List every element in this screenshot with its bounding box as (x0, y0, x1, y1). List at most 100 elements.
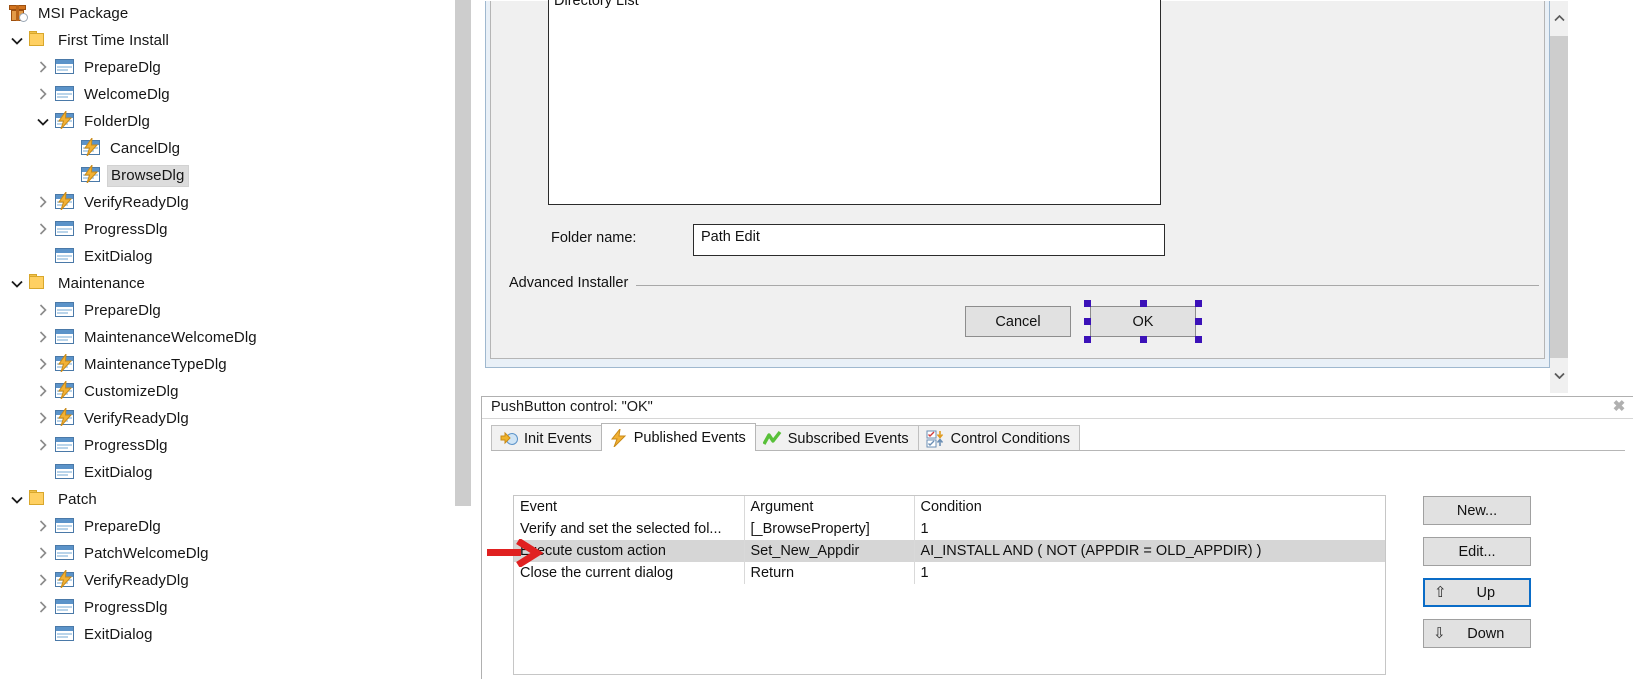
tree-scrollbar-thumb[interactable] (455, 0, 471, 506)
vertical-splitter[interactable] (471, 0, 481, 679)
selection-handle-tc[interactable] (1139, 300, 1147, 307)
tree-item-progressdlg[interactable]: ProgressDlg (0, 432, 455, 459)
tree-item-verifyreadydlg[interactable]: VerifyReadyDlg (0, 405, 455, 432)
published-events-pane[interactable]: Event Argument Condition Verify and set … (491, 451, 1625, 676)
arrow-down-icon: ⇩ (1433, 625, 1446, 642)
tree-item-maintenancewelcomedlg[interactable]: MaintenanceWelcomeDlg (0, 324, 455, 351)
tab-published-events[interactable]: Published Events (600, 423, 756, 451)
events-grid[interactable]: Event Argument Condition Verify and set … (513, 495, 1386, 675)
path-edit-control[interactable]: Path Edit (693, 224, 1165, 256)
chevron-down-icon[interactable] (6, 34, 28, 47)
tab-subscribed-events[interactable]: Subscribed Events (754, 425, 919, 451)
column-header-event[interactable]: Event (514, 496, 745, 518)
selection-handle-ml[interactable] (1084, 318, 1091, 325)
designer-canvas[interactable]: Directory List Folder name: Path Edit Ad… (485, 0, 1550, 368)
move-up-button[interactable]: ⇧ Up (1423, 578, 1531, 607)
tree-item-label: FolderDlg (84, 113, 150, 130)
tree-item-preparedlg[interactable]: PrepareDlg (0, 513, 455, 540)
dialog-designer-panel[interactable]: Directory List Folder name: Path Edit Ad… (481, 0, 1633, 393)
chevron-right-icon[interactable] (32, 60, 54, 75)
tree-item-customizedlg[interactable]: CustomizeDlg (0, 378, 455, 405)
column-header-argument[interactable]: Argument (744, 496, 915, 518)
tree-item-maintenancetypedlg[interactable]: MaintenanceTypeDlg (0, 351, 455, 378)
selection-handle-bc[interactable] (1139, 336, 1147, 343)
ok-button[interactable]: OK (1090, 306, 1196, 337)
tab-label: Subscribed Events (787, 430, 909, 447)
cell-argument[interactable]: Return (744, 562, 915, 584)
chevron-right-icon[interactable] (32, 357, 54, 372)
tree-item-maintenance[interactable]: Maintenance (0, 270, 455, 297)
cell-argument[interactable]: Set_New_Appdir (744, 540, 915, 562)
tree-item-preparedlg[interactable]: PrepareDlg (0, 297, 455, 324)
chevron-right-icon[interactable] (32, 546, 54, 561)
cell-condition[interactable]: 1 (914, 562, 1385, 584)
chevron-right-icon[interactable] (32, 411, 54, 426)
scroll-down-icon[interactable] (1550, 358, 1568, 393)
column-header-condition[interactable]: Condition (914, 496, 1385, 518)
tree-item-verifyreadydlg[interactable]: VerifyReadyDlg (0, 567, 455, 594)
chevron-right-icon[interactable] (32, 600, 54, 615)
tree-item-preparedlg[interactable]: PrepareDlg (0, 54, 455, 81)
directory-list-control[interactable]: Directory List (548, 0, 1161, 205)
chevron-down-icon[interactable] (6, 493, 28, 506)
close-icon[interactable]: ✖ (1610, 398, 1628, 416)
designer-scrollbar-thumb[interactable] (1550, 36, 1568, 358)
chevron-right-icon[interactable] (32, 384, 54, 399)
events-tabstrip[interactable]: Init Events Published Events Subscribed Ev… (491, 423, 1080, 451)
grid-scroll-gap (1387, 495, 1394, 675)
cell-event[interactable]: Close the current dialog (514, 562, 745, 584)
chevron-right-icon[interactable] (32, 303, 54, 318)
cell-argument[interactable]: [_BrowseProperty] (744, 518, 915, 540)
scroll-up-icon[interactable] (1550, 1, 1568, 36)
tree-item-exitdialog[interactable]: ExitDialog (0, 621, 455, 648)
tree-item-progressdlg[interactable]: ProgressDlg (0, 216, 455, 243)
selection-handle-tl[interactable] (1084, 300, 1091, 307)
cell-event[interactable]: Verify and set the selected fol... (514, 518, 745, 540)
chevron-right-icon[interactable] (32, 519, 54, 534)
chevron-down-icon[interactable] (6, 277, 28, 290)
tree-item-label: Maintenance (58, 275, 145, 292)
chevron-right-icon[interactable] (32, 330, 54, 345)
tree-item-verifyreadydlg[interactable]: VerifyReadyDlg (0, 189, 455, 216)
cell-condition[interactable]: AI_INSTALL AND ( NOT (APPDIR = OLD_APPDI… (914, 540, 1385, 562)
tree-item-folderdlg[interactable]: FolderDlg (0, 108, 455, 135)
selection-handle-bl[interactable] (1084, 336, 1091, 343)
tab-init-events[interactable]: Init Events (491, 425, 602, 451)
tree-item-patch[interactable]: Patch (0, 486, 455, 513)
dialogs-tree-panel[interactable]: MSI Package First Time Install PrepareDlg W… (0, 0, 455, 679)
designer-vertical-scrollbar[interactable] (1550, 1, 1568, 393)
tree-item-patchwelcomedlg[interactable]: PatchWelcomeDlg (0, 540, 455, 567)
selection-handle-br[interactable] (1195, 336, 1202, 343)
control-properties-panel[interactable]: PushButton control: "OK" ✖ Init Events Pu… (481, 396, 1633, 679)
selection-handle-mr[interactable] (1195, 318, 1202, 325)
tree-item-exitdialog[interactable]: ExitDialog (0, 459, 455, 486)
tree-item-progressdlg[interactable]: ProgressDlg (0, 594, 455, 621)
tree-item-canceldlg[interactable]: CancelDlg (0, 135, 455, 162)
tree-vertical-scrollbar[interactable] (455, 0, 471, 506)
tree-item-browsedlg[interactable]: BrowseDlg (0, 162, 455, 189)
events-table[interactable]: Event Argument Condition Verify and set … (514, 496, 1385, 584)
tree-item-msi-package[interactable]: MSI Package (0, 0, 455, 27)
cell-condition[interactable]: 1 (914, 518, 1385, 540)
table-row[interactable]: Execute custom action Set_New_Appdir AI_IN… (514, 540, 1385, 562)
cell-event[interactable]: Execute custom action (514, 540, 745, 562)
tree-item-welcomedlg[interactable]: WelcomeDlg (0, 81, 455, 108)
table-row[interactable]: Close the current dialog Return 1 (514, 562, 1385, 584)
move-down-button[interactable]: ⇩ Down (1423, 619, 1531, 648)
chevron-right-icon[interactable] (32, 222, 54, 237)
cancel-button[interactable]: Cancel (965, 306, 1071, 337)
new-button[interactable]: New... (1423, 496, 1531, 525)
chevron-right-icon[interactable] (32, 438, 54, 453)
chevron-right-icon[interactable] (32, 573, 54, 588)
tree-item-exitdialog[interactable]: ExitDialog (0, 243, 455, 270)
chevron-right-icon[interactable] (32, 87, 54, 102)
chevron-down-icon[interactable] (32, 115, 54, 128)
selection-handle-tr[interactable] (1195, 300, 1202, 307)
tree-item-label: First Time Install (58, 32, 169, 49)
edit-button[interactable]: Edit... (1423, 537, 1531, 566)
chevron-right-icon[interactable] (32, 195, 54, 210)
browse-dialog-preview[interactable]: Directory List Folder name: Path Edit Ad… (490, 0, 1545, 359)
table-row[interactable]: Verify and set the selected fol... [_Brow… (514, 518, 1385, 540)
tree-item-first time install[interactable]: First Time Install (0, 27, 455, 54)
tab-control-conditions[interactable]: Control Conditions (917, 425, 1080, 451)
